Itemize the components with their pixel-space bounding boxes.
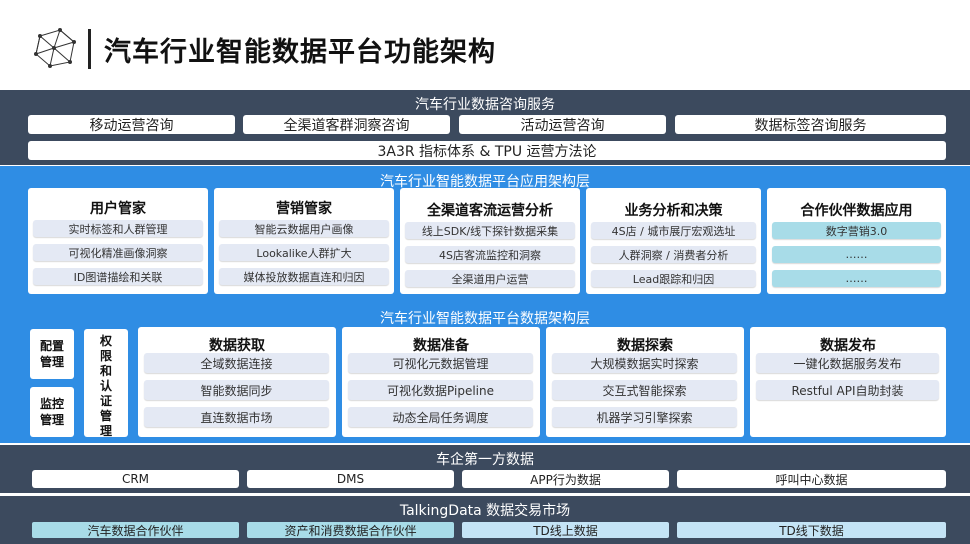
data-card-item: 交互式智能探索 <box>552 380 737 400</box>
app-card-item: 智能云数据用户画像 <box>219 220 389 237</box>
data-card-item: 可视化数据Pipeline <box>348 380 533 400</box>
network-logo-icon <box>34 28 76 68</box>
app-card-title: 营销管家 <box>276 201 332 217</box>
market-item-auto: 汽车数据合作伙伴 <box>32 522 239 538</box>
app-card-item: Lead跟踪和归因 <box>591 270 756 287</box>
app-card-item: 4S店客流监控和洞察 <box>405 246 575 263</box>
data-card-item: 大规模数据实时探索 <box>552 353 737 373</box>
app-card-item: …… <box>772 270 941 287</box>
data-card-item: 可视化元数据管理 <box>348 353 533 373</box>
data-card-prepare: 数据准备 可视化元数据管理 可视化数据Pipeline 动态全局任务调度 <box>342 327 540 437</box>
consulting-item-tags: 数据标签咨询服务 <box>675 115 946 134</box>
app-card-item: 实时标签和人群管理 <box>33 220 203 237</box>
data-card-explore: 数据探索 大规模数据实时探索 交互式智能探索 机器学习引擎探索 <box>546 327 744 437</box>
app-card-partner: 合作伙伴数据应用 数字营销3.0 …… …… <box>767 188 946 294</box>
app-card-item: ID图谱描绘和关联 <box>33 268 203 285</box>
app-card-business: 业务分析和决策 4S店 / 城市展厅宏观选址 人群洞察 / 消费者分析 Lead… <box>586 188 761 294</box>
app-card-title: 业务分析和决策 <box>624 203 723 219</box>
app-card-traffic: 全渠道客流运营分析 线上SDK/线下探针数据采集 4S店客流监控和洞察 全渠道用… <box>400 188 580 294</box>
auth-char: 证 <box>99 394 112 408</box>
app-card-title: 全渠道客流运营分析 <box>427 203 553 219</box>
app-card-item: …… <box>772 246 941 263</box>
auth-char: 限 <box>99 349 112 363</box>
data-card-title: 数据探索 <box>617 338 673 354</box>
auth-management-box: 权 限 和 认 证 管 理 <box>84 329 128 438</box>
first-party-title: 车企第一方数据 <box>436 452 534 468</box>
auth-char: 管 <box>99 409 112 423</box>
methodology-box: 3A3R 指标体系 & TPU 运营方法论 <box>28 141 946 160</box>
app-card-item: 线上SDK/线下探针数据采集 <box>405 222 575 239</box>
market-item-online: TD线上数据 <box>462 522 669 538</box>
market-item-offline: TD线下数据 <box>677 522 946 538</box>
consulting-title: 汽车行业数据咨询服务 <box>415 97 555 113</box>
app-card-user: 用户管家 实时标签和人群管理 可视化精准画像洞察 ID图谱描绘和关联 <box>28 188 208 294</box>
app-card-title: 用户管家 <box>90 201 146 217</box>
app-card-item: 数字营销3.0 <box>772 222 941 239</box>
app-card-marketing: 营销管家 智能云数据用户画像 Lookalike人群扩大 媒体投放数据直连和归因 <box>214 188 394 294</box>
data-card-item: 机器学习引擎探索 <box>552 407 737 427</box>
consulting-item-omnichannel: 全渠道客群洞察咨询 <box>243 115 450 134</box>
app-card-item: 4S店 / 城市展厅宏观选址 <box>591 222 756 239</box>
data-card-item: Restful API自助封装 <box>756 380 939 400</box>
data-card-acquire: 数据获取 全域数据连接 智能数据同步 直连数据市场 <box>138 327 336 437</box>
auth-char: 认 <box>99 379 112 393</box>
app-card-item: 媒体投放数据直连和归因 <box>219 268 389 285</box>
market-title: TalkingData 数据交易市场 <box>399 503 571 519</box>
header: 汽车行业智能数据平台功能架构 <box>0 0 970 88</box>
first-party-item-app: APP行为数据 <box>462 470 669 488</box>
data-layer-title: 汽车行业智能数据平台数据架构层 <box>380 311 590 327</box>
monitor-management-box: 监控 管理 <box>30 387 74 437</box>
page-title: 汽车行业智能数据平台功能架构 <box>104 37 496 68</box>
app-card-item: 人群洞察 / 消费者分析 <box>591 246 756 263</box>
app-card-item: 可视化精准画像洞察 <box>33 244 203 261</box>
app-card-item: Lookalike人群扩大 <box>219 244 389 261</box>
data-card-item: 智能数据同步 <box>144 380 329 400</box>
consulting-item-activity: 活动运营咨询 <box>459 115 666 134</box>
first-party-item-callcenter: 呼叫中心数据 <box>677 470 946 488</box>
auth-char: 权 <box>99 334 112 348</box>
auth-char: 理 <box>99 424 112 438</box>
auth-char: 和 <box>99 364 112 378</box>
data-card-publish: 数据发布 一键化数据服务发布 Restful API自助封装 <box>750 327 946 437</box>
app-card-title: 合作伙伴数据应用 <box>800 203 913 219</box>
data-card-item: 一键化数据服务发布 <box>756 353 939 373</box>
consulting-item-mobile: 移动运营咨询 <box>28 115 235 134</box>
data-card-item: 直连数据市场 <box>144 407 329 427</box>
market-item-asset: 资产和消费数据合作伙伴 <box>247 522 454 538</box>
data-card-title: 数据获取 <box>209 338 265 354</box>
data-card-item: 全域数据连接 <box>144 353 329 373</box>
first-party-item-crm: CRM <box>32 470 239 488</box>
config-management-box: 配置 管理 <box>30 329 74 379</box>
first-party-item-dms: DMS <box>247 470 454 488</box>
data-card-title: 数据发布 <box>820 338 876 354</box>
title-divider <box>88 29 91 69</box>
data-card-item: 动态全局任务调度 <box>348 407 533 427</box>
data-card-title: 数据准备 <box>413 338 469 354</box>
app-card-item: 全渠道用户运营 <box>405 270 575 287</box>
